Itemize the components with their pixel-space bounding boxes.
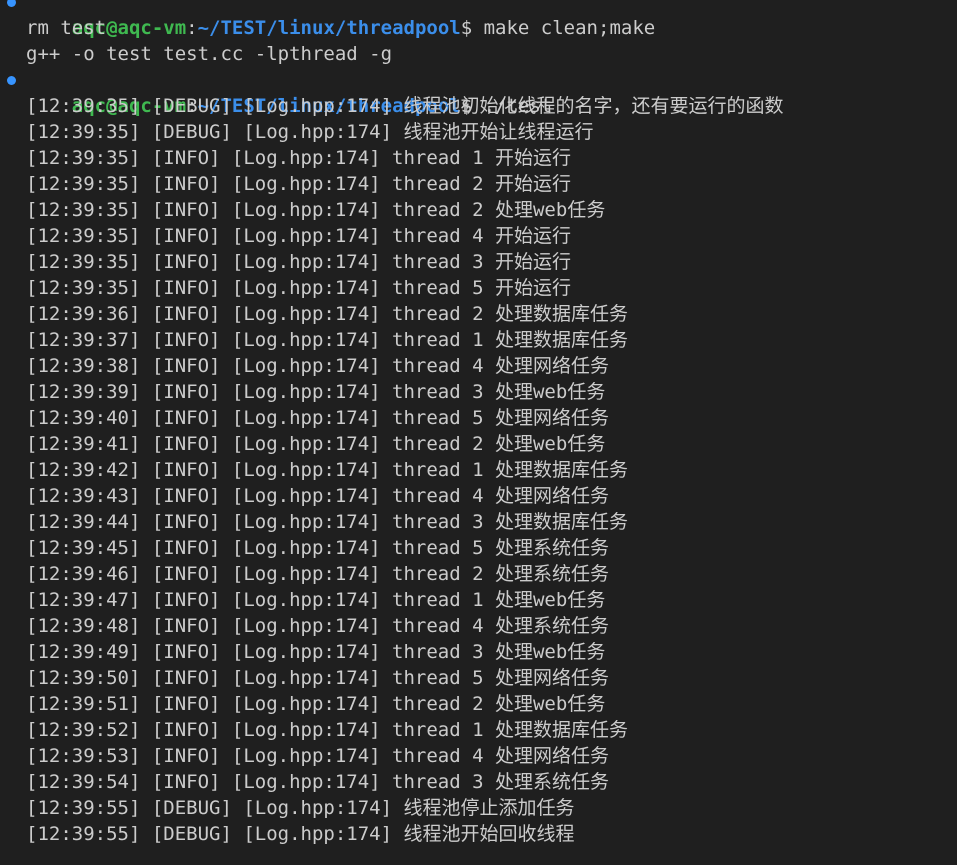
log-line: [12:39:52] [INFO] [Log.hpp:174] thread 1… (26, 719, 628, 741)
log-line: [12:39:35] [INFO] [Log.hpp:174] thread 2… (26, 173, 571, 195)
log-line: [12:39:40] [INFO] [Log.hpp:174] thread 5… (26, 407, 609, 429)
command-decoration-dot-icon[interactable] (7, 76, 16, 85)
log-line: [12:39:37] [INFO] [Log.hpp:174] thread 1… (26, 329, 628, 351)
log-line: [12:39:45] [INFO] [Log.hpp:174] thread 5… (26, 537, 609, 559)
log-line: [12:39:49] [INFO] [Log.hpp:174] thread 3… (26, 641, 606, 663)
prompt-line: aqc@aqc-vm:~/TEST/linux/threadpool$ make… (0, 0, 957, 39)
log-line: [12:39:36] [INFO] [Log.hpp:174] thread 2… (26, 303, 628, 325)
output-line: rm test (26, 17, 107, 39)
log-line: [12:39:53] [INFO] [Log.hpp:174] thread 4… (26, 745, 609, 767)
log-line: [12:39:54] [INFO] [Log.hpp:174] thread 3… (26, 771, 609, 793)
log-line: [12:39:47] [INFO] [Log.hpp:174] thread 1… (26, 589, 606, 611)
terminal-output[interactable]: aqc@aqc-vm:~/TEST/linux/threadpool$ make… (0, 0, 957, 847)
log-line: [12:39:55] [DEBUG] [Log.hpp:174] 线程池停止添加… (26, 797, 575, 819)
log-line: [12:39:46] [INFO] [Log.hpp:174] thread 2… (26, 563, 609, 585)
log-line: [12:39:35] [DEBUG] [Log.hpp:174] 线程池开始让线… (26, 121, 594, 143)
log-line: [12:39:35] [DEBUG] [Log.hpp:174] 线程池初始化线… (26, 95, 784, 117)
log-line: [12:39:44] [INFO] [Log.hpp:174] thread 3… (26, 511, 628, 533)
command-decoration-dot-icon[interactable] (7, 0, 16, 7)
log-line: [12:39:41] [INFO] [Log.hpp:174] thread 2… (26, 433, 606, 455)
prompt-line: aqc@aqc-vm:~/TEST/linux/threadpool$ ./te… (0, 67, 957, 117)
log-line: [12:39:35] [INFO] [Log.hpp:174] thread 4… (26, 225, 571, 247)
log-line: [12:39:39] [INFO] [Log.hpp:174] thread 3… (26, 381, 606, 403)
log-line: [12:39:35] [INFO] [Log.hpp:174] thread 5… (26, 277, 571, 299)
log-line: [12:39:35] [INFO] [Log.hpp:174] thread 2… (26, 199, 606, 221)
log-line: [12:39:55] [DEBUG] [Log.hpp:174] 线程池开始回收… (26, 823, 575, 845)
log-line: [12:39:43] [INFO] [Log.hpp:174] thread 4… (26, 485, 609, 507)
log-line: [12:39:35] [INFO] [Log.hpp:174] thread 3… (26, 251, 571, 273)
output-line: g++ -o test test.cc -lpthread -g (26, 43, 393, 65)
log-line: [12:39:51] [INFO] [Log.hpp:174] thread 2… (26, 693, 606, 715)
log-line: [12:39:50] [INFO] [Log.hpp:174] thread 5… (26, 667, 609, 689)
log-line: [12:39:35] [INFO] [Log.hpp:174] thread 1… (26, 147, 571, 169)
log-line: [12:39:42] [INFO] [Log.hpp:174] thread 1… (26, 459, 628, 481)
log-line: [12:39:48] [INFO] [Log.hpp:174] thread 4… (26, 615, 609, 637)
log-line: [12:39:38] [INFO] [Log.hpp:174] thread 4… (26, 355, 609, 377)
